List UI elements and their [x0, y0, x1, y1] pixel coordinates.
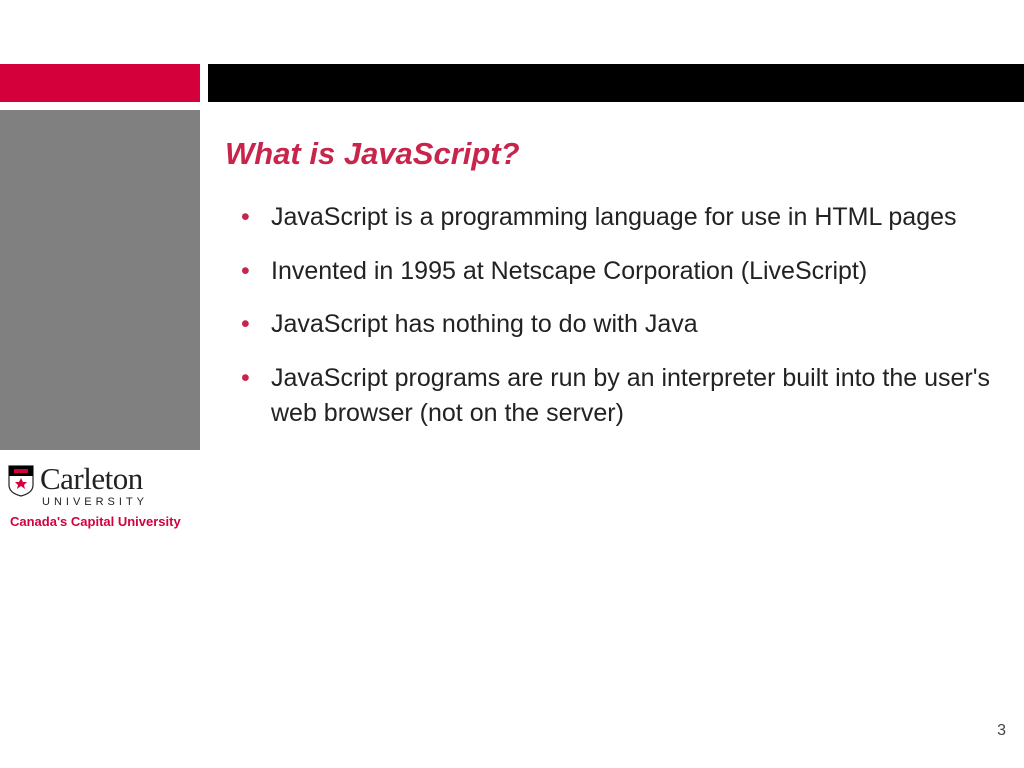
list-item: JavaScript programs are run by an interp…	[237, 361, 995, 432]
page-number: 3	[997, 722, 1006, 740]
bullet-list: JavaScript is a programming language for…	[225, 200, 995, 432]
header-bar-red-segment	[0, 64, 200, 102]
header-bar-black-segment	[208, 64, 1024, 102]
header-bar	[0, 64, 1024, 102]
list-item: JavaScript has nothing to do with Java	[237, 307, 995, 343]
institution-logo-block: Carleton UNIVERSITY Canada's Capital Uni…	[8, 463, 204, 529]
institution-name: Carleton	[40, 463, 148, 494]
logo-text-column: Carleton UNIVERSITY	[40, 463, 148, 508]
list-item: JavaScript is a programming language for…	[237, 200, 995, 236]
list-item: Invented in 1995 at Netscape Corporation…	[237, 254, 995, 290]
sidebar-gray-block	[0, 110, 200, 450]
slide-content: What is JavaScript? JavaScript is a prog…	[225, 136, 995, 450]
shield-icon	[8, 465, 34, 497]
institution-tagline: Canada's Capital University	[10, 514, 204, 529]
institution-subtext: UNIVERSITY	[42, 496, 148, 508]
logo-row: Carleton UNIVERSITY	[8, 463, 204, 508]
slide-title: What is JavaScript?	[225, 136, 995, 172]
